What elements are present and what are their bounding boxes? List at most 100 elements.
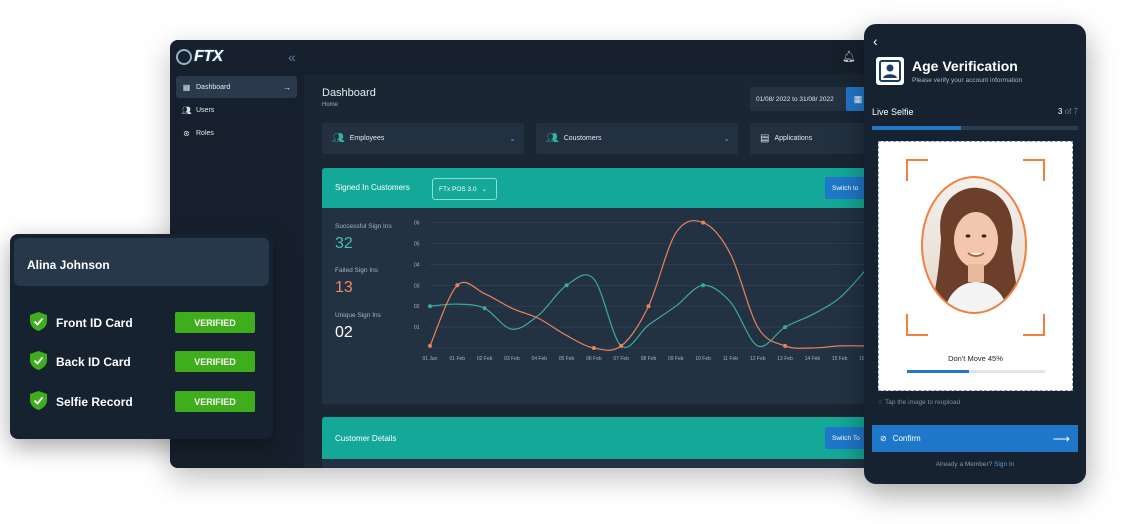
document-icon: ▤ [760,133,770,144]
chevron-down-icon: ⌄ [723,134,730,143]
y-tick-label: 05 [414,242,420,248]
filter-label: Employees [349,135,385,142]
signed-in-customers-panel: Signed In Customers FTx POS 3.0 ⌄ Switch… [322,168,870,404]
data-point [783,325,788,330]
x-tick-label: 15 Feb [832,356,848,362]
data-point [646,304,651,309]
panel-title: Customer Details [335,434,397,443]
screen-title: Age Verification [912,58,1018,74]
verified-badge: VERIFIED [175,391,255,412]
data-point [428,343,432,348]
shield-check-icon [30,391,47,410]
logo-text: FTX [194,48,223,65]
member-text: Already a Member? [935,461,993,468]
confirm-label: Confirm [892,434,921,443]
roles-icon: ⊛ [183,128,190,138]
sidebar-item-label: Users [196,106,215,114]
pos-select[interactable]: FTx POS 3.0 ⌄ [432,178,497,200]
stat-value-failed: 13 [335,279,353,296]
face-oval [921,176,1027,314]
frame-corner [906,159,928,181]
chevron-down-icon: ⌄ [481,186,488,193]
panel-header: Signed In Customers FTx POS 3.0 ⌄ Switch… [322,168,870,208]
data-point [455,283,460,288]
x-tick-label: 06 Feb [586,356,602,362]
verification-card: Alina Johnson Front ID Card VERIFIED Bac… [10,234,273,439]
selfie-capture-area[interactable]: Don't Move 45% [878,141,1073,391]
grid-icon: ▦ [182,82,191,92]
calendar-icon: ▦ [853,93,863,104]
frame-corner [1023,314,1045,336]
date-range-input[interactable]: 01/08/ 2022 to 31/08/ 2022 [750,87,850,111]
x-tick-label: 02 Feb [477,356,493,362]
verified-badge: VERIFIED [175,351,255,372]
stat-label-unique: Unique Sign Ins [335,312,381,319]
x-tick-label: 01 Jan [422,356,437,362]
sidebar-item-users[interactable]: 👥︎ Users [176,99,297,121]
sign-ins-line-chart: 01 02 03 04 05 06 01 Jan 01 Feb 02 Feb 03 Feb 04 F… [414,220,870,362]
x-tick-label: 04 Feb [531,356,547,362]
frame-corner [1023,159,1045,181]
breadcrumb[interactable]: Home [322,102,338,108]
tap-icon: ☝︎ [878,399,882,406]
panel-title: Signed In Customers [335,183,410,192]
sidebar-item-dashboard[interactable]: ▦ Dashboard → [176,76,297,98]
confirm-button[interactable]: ⊘ Confirm ⟶ [872,425,1078,452]
capture-progress-fill [907,370,970,373]
x-tick-label: 09 Feb [668,356,684,362]
x-tick-label: 03 Feb [504,356,520,362]
step-counter: 3 of 7 [1058,107,1078,116]
data-point [482,306,487,311]
stat-value-successful: 32 [335,235,353,252]
x-tick-label: 08 Feb [641,356,657,362]
sign-in-link[interactable]: Sign In [994,461,1014,468]
dashboard-window: FTX « 🔔︎ ▦ Dashboard → 👥︎ Users ⊛ Roles … [170,40,870,468]
reupload-text: Tap the image to reupload [884,398,961,406]
back-arrow-icon[interactable]: ‹ [873,33,878,49]
filter-employees[interactable]: 👥︎ Employees ⌄ [322,123,524,154]
y-tick-label: 04 [414,262,420,268]
stat-label-successful: Successful Sign Ins [335,223,392,230]
verification-label: Back ID Card [56,355,131,369]
filter-applications[interactable]: ▤ Applications [750,123,870,154]
arrow-right-icon: ⟶ [1052,431,1070,446]
arrow-right-icon: → [283,82,291,92]
card-header: Alina Johnson [14,238,269,286]
stat-value-unique: 02 [335,324,353,341]
collapse-sidebar-icon[interactable]: « [288,49,296,65]
people-icon: 👥︎ [546,133,559,144]
step-label: Live Selfie [872,107,914,117]
member-sign-in: Already a Member? Sign In [864,461,1086,468]
page-title: Dashboard [322,87,376,99]
verification-label: Selfie Record [56,395,133,409]
x-tick-label: 10 Feb [695,356,711,362]
people-icon: 👥︎ [332,133,345,144]
x-tick-label: 12 Feb [750,356,766,362]
top-bar: FTX « 🔔︎ [170,40,870,74]
notification-icon[interactable]: 🔔︎ [842,50,856,63]
x-tick-label: 05 Feb [559,356,575,362]
verification-label: Front ID Card [56,316,133,330]
verified-badge: VERIFIED [175,312,255,333]
x-tick-label: 11 Feb [723,356,738,362]
y-tick-label: 06 [414,221,420,227]
y-tick-label: 01 [414,325,420,331]
customer-details-panel: Customer Details Switch To [322,417,870,468]
x-tick-label: 14 Feb [805,356,821,362]
data-point [591,346,596,350]
data-point [428,304,432,309]
selfie-photo [930,187,1022,312]
logo[interactable]: FTX [176,45,228,69]
x-tick-label: 13 Feb [777,356,793,362]
sidebar-item-label: Roles [196,129,214,137]
filter-label: Coustomers [563,135,602,142]
step-current: 3 [1057,107,1063,116]
id-card-icon [876,57,904,85]
reupload-hint[interactable]: ☝︎ Tap the image to reupload [878,398,961,407]
sidebar-item-roles[interactable]: ⊛ Roles [176,122,297,144]
verification-row: Selfie Record VERIFIED [28,389,268,413]
filter-label: Applications [774,135,813,142]
filter-customers[interactable]: 👥︎ Coustomers ⌄ [536,123,738,154]
step-total: of 7 [1064,107,1078,116]
data-point [701,283,706,288]
